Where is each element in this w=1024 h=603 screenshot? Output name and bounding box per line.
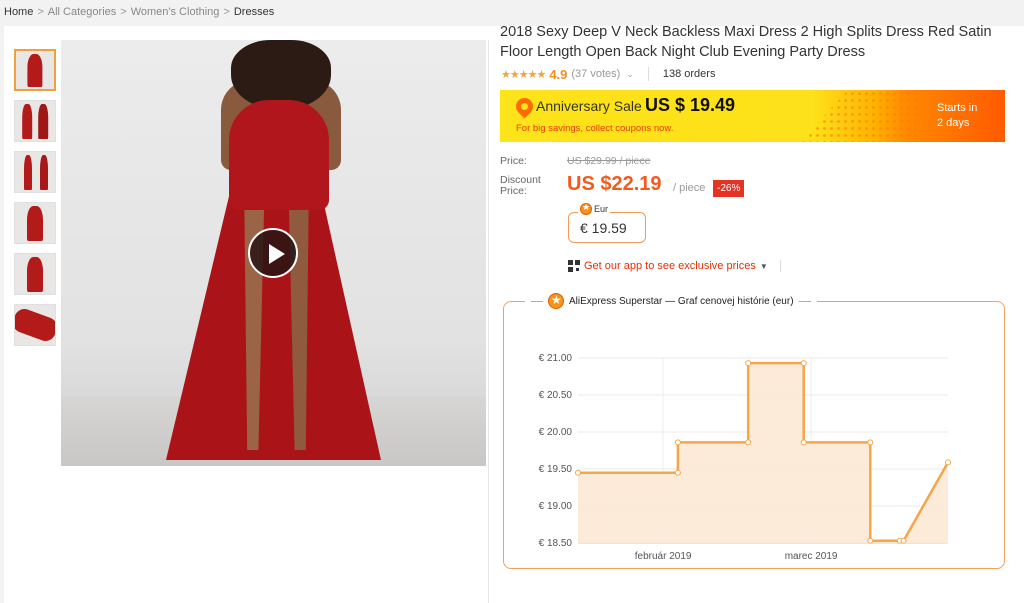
location-pin-icon [512,94,537,119]
eur-tag: Eur [578,202,611,215]
sale-price: US $ 19.49 [645,95,736,115]
caret-down-icon[interactable]: ▼ [760,262,768,271]
rating-row: ★★★★★ 4.9 (37 votes) ⌄ 138 orders [501,66,715,82]
discount-badge: -26% [713,180,745,197]
product-title: 2018 Sexy Deep V Neck Backless Maxi Dres… [500,24,992,60]
price-point [674,469,681,476]
x-tick-label: marec 2019 [785,551,838,562]
original-price: US $29.99 / piece [567,155,651,167]
x-tick-label: február 2019 [635,551,692,562]
thumbnail-5[interactable] [14,253,56,295]
y-tick-label: € 18.50 [539,538,573,549]
price-point [900,537,907,544]
breadcrumb-separator: > [223,6,230,18]
thumbnail-6[interactable] [14,304,56,346]
y-tick-label: € 19.00 [539,501,573,512]
price-point [745,439,752,446]
app-promo[interactable]: Get our app to see exclusive prices ▼ [568,260,781,272]
y-tick-label: € 19.50 [539,464,573,475]
eur-price-value: € 19.59 [580,220,627,236]
breadcrumb-separator: > [37,6,44,18]
thumbnail-4[interactable] [14,202,56,244]
breadcrumb: Home > All Categories > Women's Clothing… [4,6,274,18]
legend-line [531,300,543,302]
thumbnail-3[interactable] [14,151,56,193]
thumbnail-1[interactable] [14,49,56,91]
chart-title: AliExpress Superstar — Graf cenovej hist… [569,295,794,307]
divider [779,260,781,272]
thumbnail-2[interactable] [14,100,56,142]
discount-price-label: Discount Price: [500,174,541,197]
eur-tag-label: Eur [594,204,609,214]
chevron-down-icon[interactable]: ⌄ [626,69,634,80]
y-tick-label: € 20.00 [539,427,573,438]
price-label: Price: [500,155,527,167]
breadcrumb-all-categories[interactable]: All Categories [48,6,116,18]
anniversary-sale-banner: Anniversary Sale US $ 19.49 For big savi… [500,90,1005,142]
breadcrumb-womens-clothing[interactable]: Women's Clothing [131,6,220,18]
breadcrumb-separator: > [120,6,127,18]
star-rating-icon: ★★★★★ [501,68,546,81]
price-point [867,537,874,544]
legend-line [798,300,811,302]
price-point [945,459,951,466]
price-point [674,439,681,446]
divider [647,67,649,81]
superstar-coin-icon [580,202,592,215]
thumbnail-gallery [14,49,58,355]
qr-code-icon [568,260,580,272]
breadcrumb-dresses[interactable]: Dresses [234,6,274,18]
play-video-button[interactable] [248,228,298,278]
orders-count: 138 orders [662,68,716,80]
starts-value: 2 days [937,117,970,129]
price-point [800,439,807,446]
breadcrumb-home[interactable]: Home [4,6,33,18]
y-tick-label: € 21.00 [539,353,573,364]
discount-price: US $22.19 [567,173,662,195]
price-point [800,360,807,367]
price-area [578,363,948,543]
sale-label: Anniversary Sale [536,98,642,114]
sale-subtext: For big savings, collect coupons now. [516,123,674,134]
rating-score: 4.9 [549,66,568,82]
votes-link[interactable]: (37 votes) [571,68,620,80]
superstar-coin-icon [548,293,564,309]
price-history-chart: € 21.00 € 20.50 € 20.00 € 19.50 € 19.00 € 18.… [539,353,951,562]
starts-label: Starts in [937,102,978,114]
price-point [867,439,874,446]
sale-countdown: Starts in 2 days [937,101,977,131]
chart-legend: AliExpress Superstar — Graf cenovej hist… [525,293,817,309]
column-divider [488,40,489,603]
main-product-image[interactable] [61,40,486,466]
app-promo-link[interactable]: Get our app to see exclusive prices [584,260,756,272]
price-point [575,469,581,476]
y-tick-label: € 20.50 [539,390,573,401]
price-point [745,360,752,367]
price-unit: / piece [673,182,706,194]
